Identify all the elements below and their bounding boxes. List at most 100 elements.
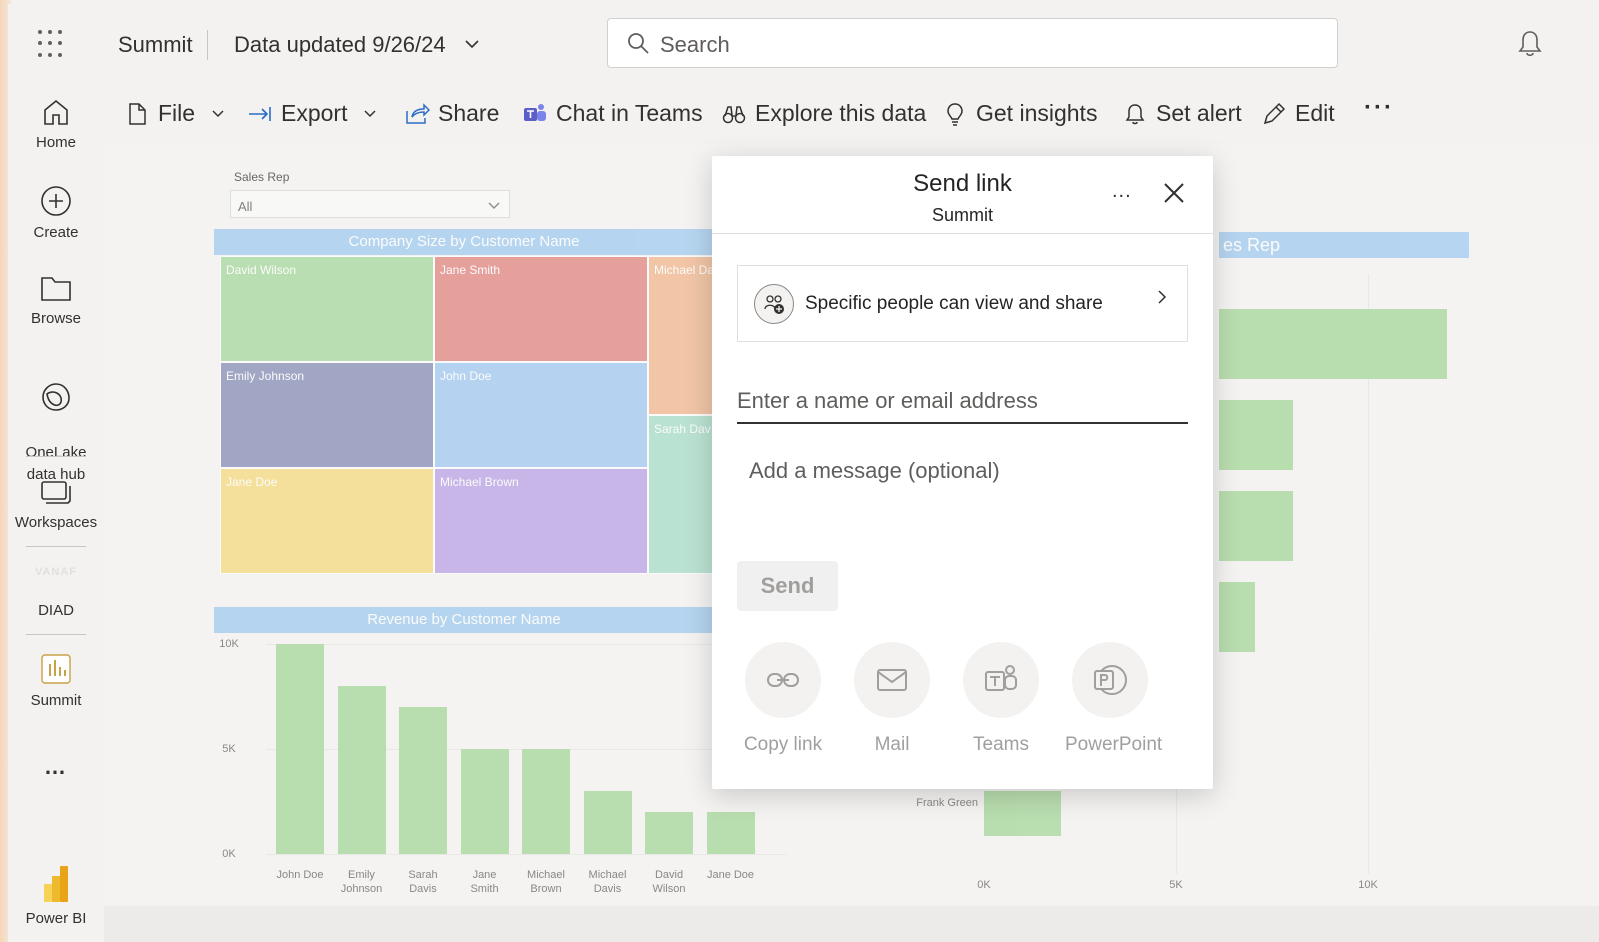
onelake-icon [42,383,70,411]
nav-workspaces[interactable]: Workspaces [8,476,104,531]
bell-icon [1125,103,1145,124]
teams-icon [963,642,1039,718]
chat-in-teams-button[interactable]: Chat in Teams [522,100,703,127]
treemap-cell[interactable]: Jane Doe [220,468,434,574]
revenue-bar[interactable] [276,644,324,854]
nav-powerbi[interactable]: Power BI [8,864,104,927]
send-button[interactable]: Send [737,561,838,611]
x-category-label: David Wilson [652,869,686,895]
nav-label: Browse [30,310,82,327]
send-link-dialog: Send link Summit ... Specific people can… [712,156,1213,789]
revenue-bar[interactable] [706,812,755,854]
file-menu-button[interactable]: File [124,100,225,127]
mail-option[interactable]: Mail [847,642,937,756]
nav-diad[interactable]: VANAF DIAD [8,566,104,619]
app-frame: Summit Data updated 9/26/24 Search Home … [8,4,1599,942]
option-label: Teams [973,734,1029,755]
app-launcher-icon[interactable] [38,30,66,58]
data-updated-label[interactable]: Data updated 9/26/24 [234,32,446,58]
treemap-cell[interactable]: John Doe [434,362,648,468]
divider [712,233,1213,234]
x-category-label: Sarah Davis [408,869,438,895]
recipient-input[interactable] [737,380,1188,424]
pencil-icon [1263,102,1286,124]
right-chart-bar[interactable] [1219,309,1447,379]
treemap-cell[interactable]: Emily Johnson [220,362,434,468]
powerpoint-icon [1072,642,1148,718]
report-name[interactable]: Summit [118,32,193,58]
right-chart-bar[interactable] [1219,491,1293,561]
slicer-label: Sales Rep [234,170,290,184]
left-nav: Home Create Browse OneLake data hub Work… [8,86,104,942]
set-alert-button[interactable]: Set alert [1122,100,1242,127]
insights-label: Get insights [976,100,1098,126]
more-options-icon[interactable]: ··· [1364,94,1394,122]
folder-icon [41,277,71,301]
powerbi-logo-icon [44,866,68,902]
treemap-cell[interactable]: Michael Brown [434,468,648,574]
search-box[interactable]: Search [607,18,1338,68]
option-label: Copy link [743,734,823,755]
right-chart-bar[interactable] [1219,400,1293,470]
revenue-bar[interactable] [460,749,509,854]
search-input[interactable]: Search [660,32,730,58]
x-category-label: John Doe [276,869,324,881]
explore-data-button[interactable]: Explore this data [721,100,926,127]
export-icon [249,106,271,121]
treemap-title: Company Size by Customer Name [214,229,714,255]
edit-label: Edit [1295,100,1335,126]
chevron-down-icon [364,110,377,118]
treemap-cell[interactable]: David Wilson [220,256,434,362]
nav-label: Create [33,224,79,241]
nav-onelake[interactable]: OneLake data hub [8,358,104,486]
notifications-icon[interactable] [1516,28,1544,58]
teams-icon [524,103,546,121]
nav-browse[interactable]: Browse [8,272,104,327]
chevron-down-icon [212,110,224,118]
nav-create[interactable]: Create [8,184,104,241]
x-category-label: Jane Smith [470,869,499,895]
message-input[interactable] [737,450,1188,540]
revenue-bar[interactable] [583,791,632,854]
link-icon [745,642,821,718]
copy-link-option[interactable]: Copy link [738,642,828,756]
y-tick-label: 10K [219,638,239,650]
nav-divider [26,546,86,547]
treemap-cell[interactable]: Jane Smith [434,256,648,362]
nav-label: Summit [30,692,82,709]
export-menu-button[interactable]: Export [247,100,377,127]
file-icon [129,102,146,125]
y-tick-label: 0K [222,848,236,860]
powerpoint-option[interactable]: PowerPoint [1065,642,1163,756]
divider [207,30,208,60]
get-insights-button[interactable]: Get insights [942,100,1097,127]
more-icon[interactable]: … [8,754,104,780]
treemap-cell[interactable]: Michael Da [648,256,718,415]
nav-home[interactable]: Home [8,96,104,151]
teams-option[interactable]: Teams [956,642,1046,756]
nav-summit[interactable]: Summit [8,652,104,709]
x-category-label: Jane Doe [706,869,755,881]
right-chart-bar[interactable] [984,791,1061,836]
revenue-bar[interactable] [645,812,693,854]
right-chart-bar[interactable] [1219,582,1255,652]
sales-rep-slicer[interactable]: All [230,190,510,218]
more-options-icon[interactable]: ... [1112,180,1132,203]
share-button[interactable]: Share [404,100,499,127]
report-icon [41,654,71,684]
revenue-bar[interactable] [337,686,386,854]
chevron-right-icon [1158,290,1167,304]
option-label: PowerPoint [1065,734,1163,755]
x-category-label: Emily Johnson [340,869,383,895]
edit-button[interactable]: Edit [1261,100,1335,127]
chevron-down-icon[interactable] [464,36,480,54]
nav-divider [26,456,86,457]
revenue-bar[interactable] [522,749,570,854]
revenue-bar[interactable] [399,707,447,854]
gridline [266,854,786,855]
close-icon[interactable] [1161,180,1187,206]
treemap-cell[interactable]: Sarah Dav [648,415,718,574]
x-tick-label: 5K [1169,879,1183,891]
chevron-down-icon [488,202,500,209]
permission-settings-button[interactable]: Specific people can view and share [737,265,1188,342]
